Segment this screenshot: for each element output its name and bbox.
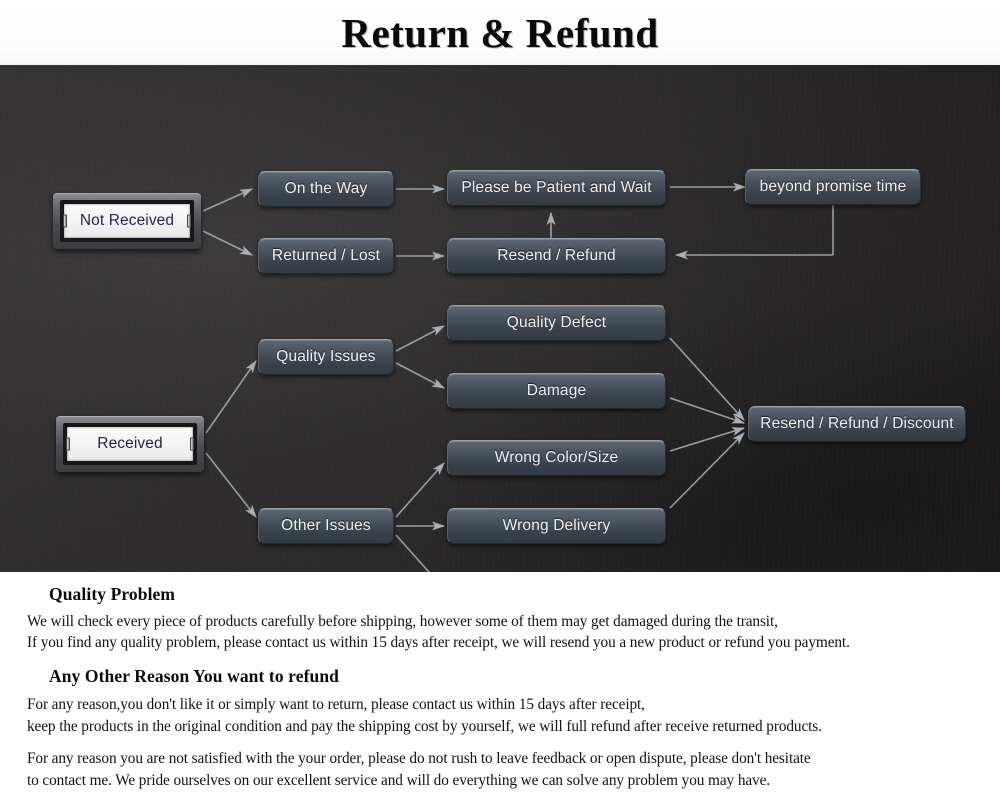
satisfaction-note-line-2: to contact me. We pride ourselves on our… (27, 772, 771, 789)
node-please-be-patient-and-wait[interactable]: Please be Patient and Wait (447, 170, 666, 206)
return-refund-infographic: Return & Refund Not Received Received On… (0, 0, 1000, 800)
flowchart-panel: Not Received Received On the Way Returne… (0, 65, 1000, 572)
quality-problem-heading: Quality Problem (49, 584, 176, 604)
quality-problem-line-2: If you find any quality problem, please … (27, 634, 850, 651)
node-resend-refund[interactable]: Resend / Refund (447, 238, 666, 274)
node-returned-lost[interactable]: Returned / Lost (258, 238, 394, 274)
panel-tick-right-icon (190, 437, 194, 451)
node-received-panel: Received (63, 423, 197, 465)
node-quality-defect[interactable]: Quality Defect (447, 305, 666, 341)
node-received[interactable]: Received (56, 416, 204, 472)
node-received-label: Received (97, 435, 163, 452)
panel-tick-left-icon (66, 437, 70, 451)
node-beyond-promise-time[interactable]: beyond promise time (745, 169, 921, 205)
panel-tick-left-icon (63, 214, 67, 228)
node-on-the-way[interactable]: On the Way (258, 171, 394, 207)
other-reason-line-2: keep the products in the original condit… (27, 718, 822, 735)
node-quality-issues[interactable]: Quality Issues (258, 339, 394, 375)
page-header: Return & Refund (0, 0, 1000, 65)
node-damage[interactable]: Damage (447, 373, 666, 409)
node-wrong-color-size[interactable]: Wrong Color/Size (447, 440, 666, 476)
page-title: Return & Refund (341, 9, 659, 56)
node-other-issues[interactable]: Other Issues (258, 508, 394, 544)
node-resend-refund-discount[interactable]: Resend / Refund / Discount (748, 406, 966, 442)
other-reason-line-1: For any reason,you don't like it or simp… (27, 696, 645, 713)
node-not-received-panel: Not Received (60, 200, 194, 242)
node-not-received-label: Not Received (79, 212, 175, 229)
satisfaction-note-line-1: For any reason you are not satisfied wit… (27, 750, 811, 767)
quality-problem-line-1: We will check every piece of products ca… (27, 613, 778, 630)
panel-tick-right-icon (187, 214, 191, 228)
policy-text-panel: Quality Problem We will check every piec… (0, 572, 1000, 800)
node-not-received[interactable]: Not Received (53, 193, 201, 249)
node-wrong-delivery[interactable]: Wrong Delivery (447, 508, 666, 544)
other-reason-heading: Any Other Reason You want to refund (49, 666, 340, 686)
